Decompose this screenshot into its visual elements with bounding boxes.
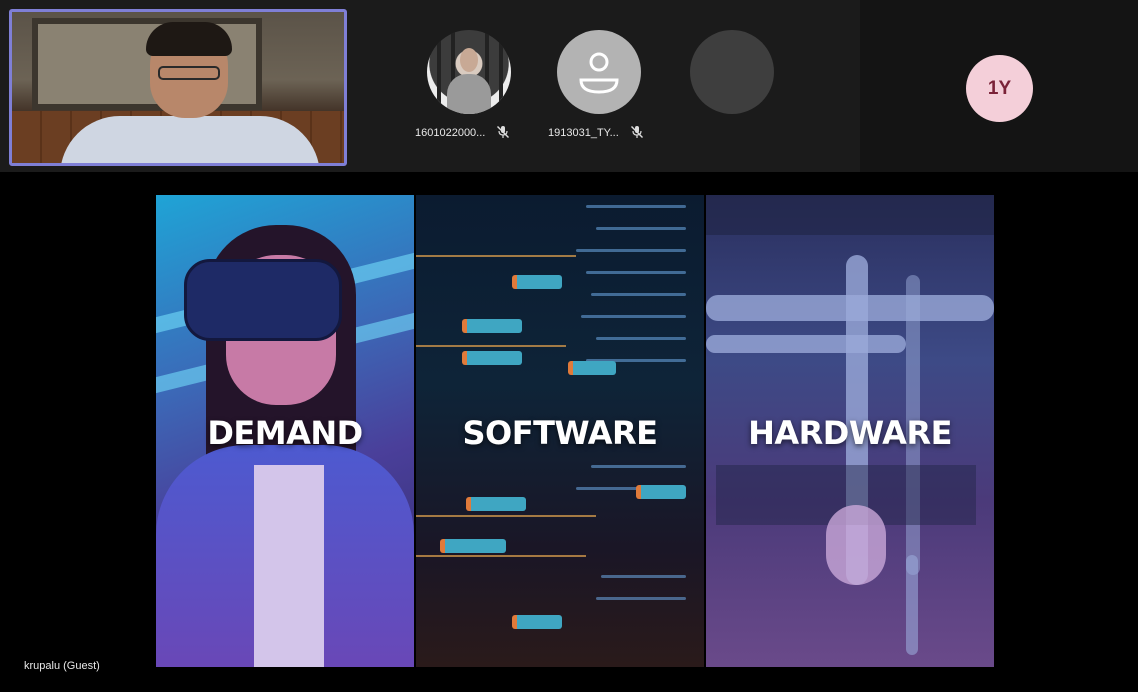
decor-code-block	[462, 351, 522, 365]
person-icon	[579, 52, 619, 94]
slide-panel-demand: DEMAND	[156, 195, 414, 667]
decor-pipe	[706, 335, 906, 353]
decor-code-block	[568, 361, 616, 375]
slide-panel-hardware: HARDWARE	[706, 195, 994, 667]
decor-code-block	[466, 497, 526, 511]
participant-strip: 1601022000... 1913031_TY... 1Y	[0, 0, 1138, 172]
decor-code-line	[586, 271, 686, 274]
panel-title-demand: DEMAND	[207, 414, 363, 452]
vr-headset-image	[184, 259, 342, 341]
mic-off-icon	[497, 126, 510, 138]
decor-figure	[826, 505, 886, 585]
slide-panel-software: SOFTWARE	[416, 195, 704, 667]
decor-wire	[416, 555, 586, 557]
speaker-glasses	[158, 66, 220, 80]
decor-code-block	[512, 615, 562, 629]
speaker-shirt	[60, 116, 320, 163]
decor-code-block	[636, 485, 686, 499]
decor-code-line	[576, 249, 686, 252]
decor-code-block	[512, 275, 562, 289]
avatar-decor	[437, 30, 441, 114]
decor-wire	[416, 345, 566, 347]
decor-code-block	[462, 319, 522, 333]
decor-shirt	[254, 465, 324, 667]
participant-name: 1913031_TY...	[548, 127, 619, 139]
decor-code-line	[581, 315, 686, 318]
self-video-tile[interactable]	[9, 9, 347, 166]
panel-title-hardware: HARDWARE	[748, 414, 952, 452]
decor-code-block	[440, 539, 506, 553]
shared-screen: DEMAND SOFTWARE HARDWARE	[0, 172, 1138, 692]
decor-pipe	[906, 555, 918, 655]
decor-code-line	[586, 205, 686, 208]
mic-off-icon	[630, 126, 643, 138]
decor-code-line	[596, 227, 686, 230]
decor-code-line	[601, 575, 686, 578]
overflow-participant-badge[interactable]: 1Y	[966, 55, 1033, 122]
decor-code-line	[591, 465, 686, 468]
participant-label-1: 1601022000...	[415, 124, 510, 142]
decor-wire	[416, 255, 576, 257]
decor-wire	[416, 515, 596, 517]
presenter-name-label: krupalu (Guest)	[24, 660, 100, 672]
decor-code-line	[596, 337, 686, 340]
decor-code-line	[596, 597, 686, 600]
participant-avatar-2[interactable]	[557, 30, 641, 114]
avatar-decor	[499, 30, 503, 114]
decor-code-line	[591, 293, 686, 296]
participant-avatar-3[interactable]	[690, 30, 774, 114]
panel-title-software: SOFTWARE	[462, 414, 658, 452]
decor-beam	[706, 195, 994, 235]
avatar-body	[447, 74, 491, 114]
participant-avatar-1[interactable]	[427, 30, 511, 114]
participant-name: 1601022000...	[415, 127, 486, 139]
participant-label-2: 1913031_TY...	[548, 124, 644, 142]
speaker-hair	[146, 22, 232, 56]
avatar-face	[460, 48, 478, 72]
